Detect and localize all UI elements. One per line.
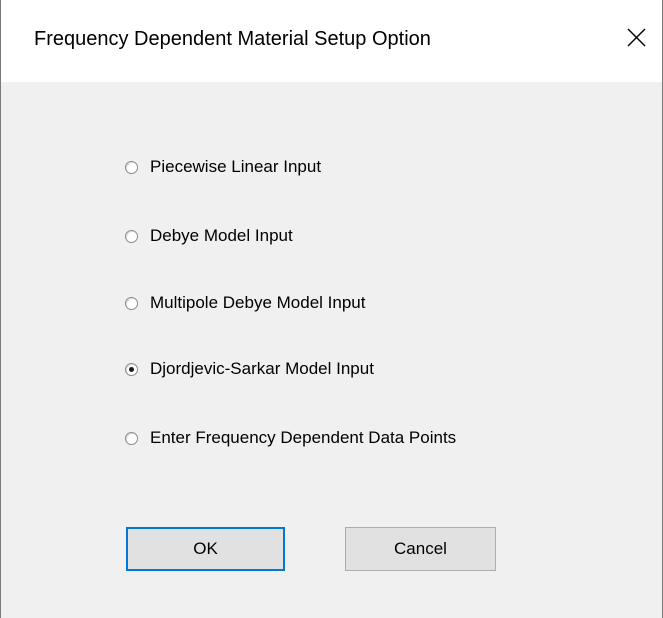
option-label: Debye Model Input bbox=[150, 226, 293, 245]
title-bar: Frequency Dependent Material Setup Optio… bbox=[1, 0, 662, 82]
ok-button[interactable]: OK bbox=[126, 527, 285, 571]
dialog-title: Frequency Dependent Material Setup Optio… bbox=[34, 28, 431, 50]
option-debye-model[interactable]: Debye Model Input bbox=[125, 223, 293, 249]
radio-button[interactable] bbox=[125, 296, 138, 310]
option-djordjevic-sarkar[interactable]: Djordjevic-Sarkar Model Input bbox=[125, 356, 374, 382]
close-button[interactable] bbox=[612, 13, 662, 61]
radio-button-selected[interactable] bbox=[125, 362, 138, 376]
option-frequency-data-points[interactable]: Enter Frequency Dependent Data Points bbox=[125, 425, 456, 451]
close-icon bbox=[627, 28, 646, 47]
radio-button[interactable] bbox=[125, 431, 138, 445]
material-setup-dialog: Frequency Dependent Material Setup Optio… bbox=[0, 0, 663, 618]
option-label: Multipole Debye Model Input bbox=[150, 293, 366, 312]
option-label: Djordjevic-Sarkar Model Input bbox=[150, 359, 374, 378]
radio-button[interactable] bbox=[125, 229, 138, 243]
option-piecewise-linear[interactable]: Piecewise Linear Input bbox=[125, 154, 321, 180]
option-label: Piecewise Linear Input bbox=[150, 157, 322, 176]
option-label: Enter Frequency Dependent Data Points bbox=[150, 428, 457, 447]
option-multipole-debye[interactable]: Multipole Debye Model Input bbox=[125, 290, 365, 316]
cancel-button[interactable]: Cancel bbox=[345, 527, 496, 571]
radio-button[interactable] bbox=[125, 160, 138, 174]
